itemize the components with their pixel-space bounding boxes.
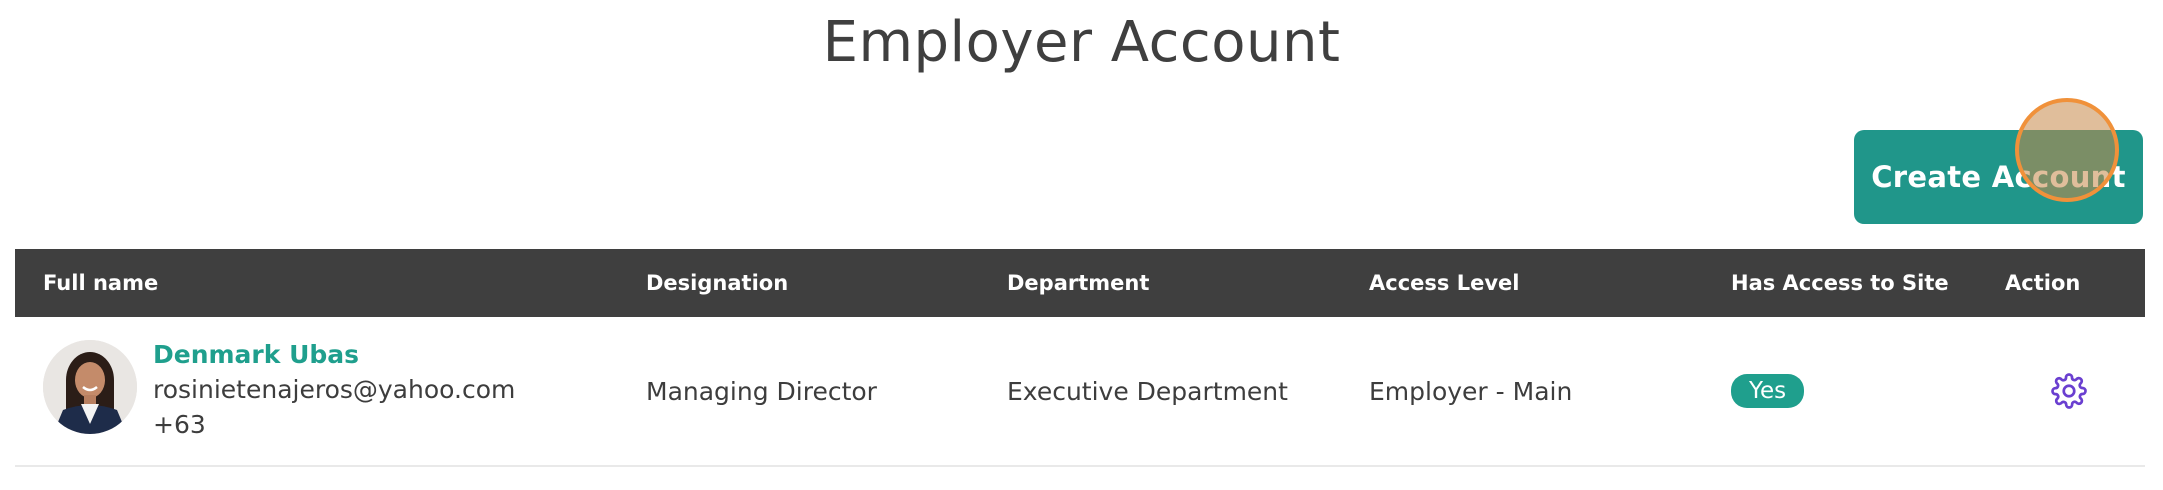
employee-name-link[interactable]: Denmark Ubas <box>153 337 515 372</box>
accounts-table: Full name Designation Department Access … <box>15 249 2145 467</box>
employer-account-page: Employer Account Create Account Full nam… <box>0 0 2163 490</box>
header-designation[interactable]: Designation <box>646 249 788 317</box>
header-access-level[interactable]: Access Level <box>1369 249 1519 317</box>
avatar-image <box>43 340 137 434</box>
header-action: Action <box>2005 271 2081 295</box>
page-title: Employer Account <box>822 10 1341 75</box>
status-badge: Yes <box>1731 374 1805 408</box>
settings-action-button[interactable] <box>2051 373 2087 409</box>
cell-access-level: Employer - Main <box>1369 376 1573 406</box>
avatar <box>43 340 137 434</box>
header-has-access[interactable]: Has Access to Site <box>1731 249 1949 317</box>
person-info: Denmark Ubas rosinietenajeros@yahoo.com … <box>153 337 515 442</box>
table-header: Full name Designation Department Access … <box>15 249 2145 317</box>
table-row: Denmark Ubas rosinietenajeros@yahoo.com … <box>15 317 2145 467</box>
header-full-name[interactable]: Full name <box>43 249 158 317</box>
cell-department: Executive Department <box>1007 376 1288 406</box>
cell-designation: Managing Director <box>646 376 877 406</box>
employee-phone: +63 <box>153 410 206 439</box>
employee-email: rosinietenajeros@yahoo.com <box>153 375 516 404</box>
cell-has-access: Yes <box>1731 317 1805 465</box>
create-account-button[interactable]: Create Account <box>1854 130 2143 224</box>
header-department[interactable]: Department <box>1007 249 1149 317</box>
gear-icon <box>2051 373 2087 409</box>
